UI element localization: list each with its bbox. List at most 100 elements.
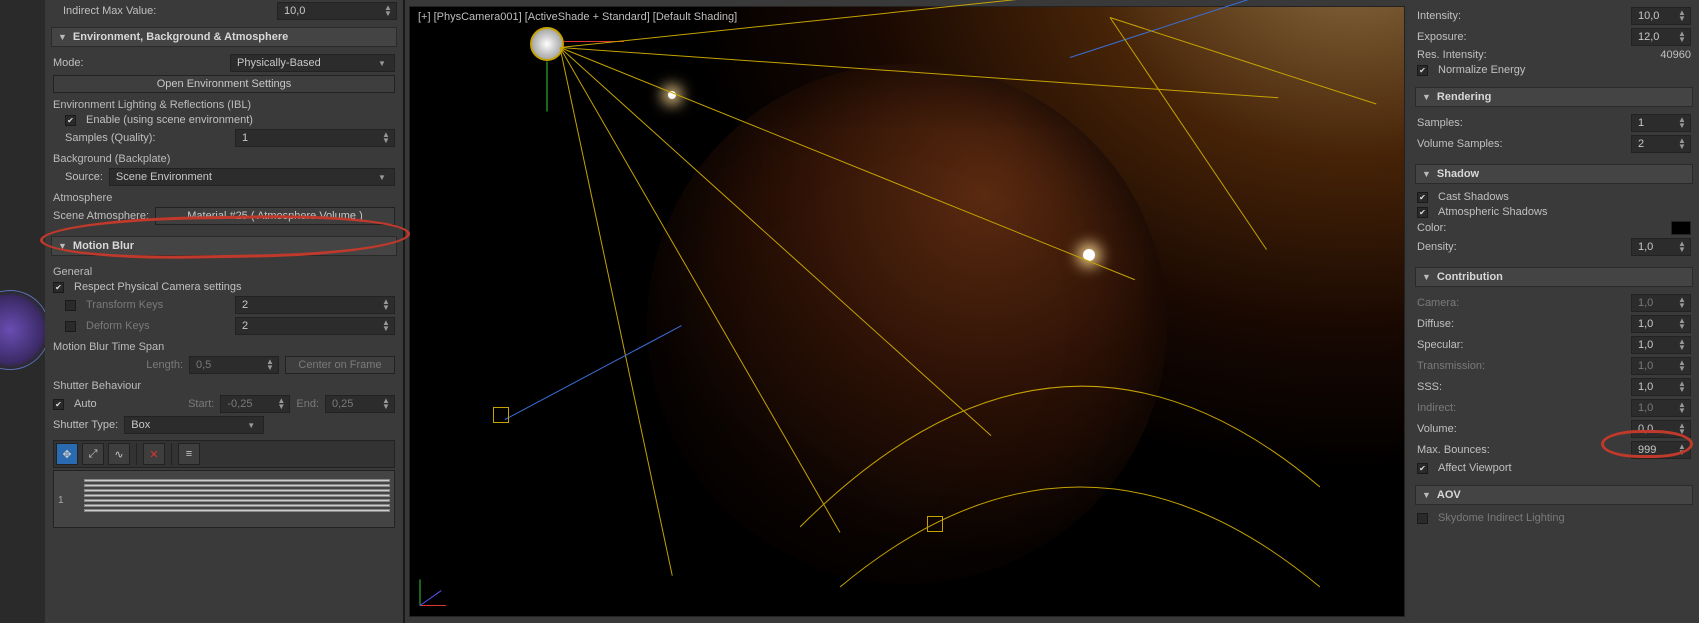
skydome-label: Skydome Indirect Lighting — [1438, 512, 1565, 524]
motion-blur-rollout-header[interactable]: ▼ Motion Blur — [51, 236, 397, 256]
contribution-title: Contribution — [1437, 271, 1503, 283]
samples-quality-label: Samples (Quality): — [65, 132, 155, 144]
move-tool-button[interactable]: ✥ — [56, 443, 78, 465]
motion-blur-title: Motion Blur — [73, 240, 134, 252]
general-label: General — [53, 266, 395, 278]
camera-contrib-spinner: 1,0▲▼ — [1631, 294, 1691, 312]
intensity-spinner[interactable]: 10,0▲▼ — [1631, 7, 1691, 25]
start-label: Start: — [188, 398, 214, 410]
options-button[interactable]: ≡ — [178, 443, 200, 465]
auto-checkbox[interactable] — [53, 399, 64, 410]
transform-keys-spinner[interactable]: 2▲▼ — [235, 296, 395, 314]
far-left-preview — [0, 0, 45, 623]
ibl-group-label: Environment Lighting & Reflections (IBL) — [53, 99, 395, 111]
transform-keys-checkbox[interactable] — [65, 300, 76, 311]
diffuse-contrib-spinner[interactable]: 1,0▲▼ — [1631, 315, 1691, 333]
shadow-density-spinner[interactable]: 1,0▲▼ — [1631, 238, 1691, 256]
chevron-down-icon: ▼ — [58, 241, 67, 251]
affect-viewport-label: Affect Viewport — [1438, 462, 1512, 474]
deform-keys-spinner[interactable]: 2▲▼ — [235, 317, 395, 335]
viewport-label[interactable]: [+] [PhysCamera001] [ActiveShade + Stand… — [418, 11, 737, 23]
world-axis-widget — [420, 566, 460, 606]
enable-ibl-checkbox[interactable] — [65, 115, 76, 126]
normalize-energy-checkbox[interactable] — [1417, 65, 1428, 76]
helper-line — [1070, 0, 1356, 58]
res-intensity-value: 40960 — [1631, 49, 1691, 61]
z-axis-icon — [420, 590, 442, 606]
shutter-type-dropdown[interactable]: Box▼ — [124, 416, 264, 434]
shadow-color-label: Color: — [1417, 222, 1446, 234]
indirect-max-label: Indirect Max Value: — [63, 5, 156, 17]
tangent-tool-button[interactable]: ∿ — [108, 443, 130, 465]
render-preview — [410, 7, 1404, 616]
curve-row-label: 1 — [58, 495, 64, 506]
scale-tool-button[interactable]: ⤢ — [82, 443, 104, 465]
rendering-title: Rendering — [1437, 91, 1491, 103]
transmission-contrib-spinner: 1,0▲▼ — [1631, 357, 1691, 375]
intensity-label: Intensity: — [1417, 10, 1461, 22]
indirect-contrib-label: Indirect: — [1417, 402, 1456, 414]
aov-title: AOV — [1437, 489, 1461, 501]
deform-keys-checkbox[interactable] — [65, 321, 76, 332]
aov-rollout-header[interactable]: ▼ AOV — [1415, 485, 1693, 505]
samples-spinner[interactable]: 1▲▼ — [1631, 114, 1691, 132]
light-gizmo[interactable] — [530, 27, 564, 61]
specular-contrib-spinner[interactable]: 1,0▲▼ — [1631, 336, 1691, 354]
open-env-settings-button[interactable]: Open Environment Settings — [53, 75, 395, 93]
indirect-max-spinner[interactable]: 10,0▲▼ — [277, 2, 397, 20]
shadow-color-swatch[interactable] — [1671, 221, 1691, 235]
camera-helper[interactable] — [927, 516, 943, 532]
shutter-type-label: Shutter Type: — [53, 419, 118, 431]
sss-contrib-spinner[interactable]: 1,0▲▼ — [1631, 378, 1691, 396]
start-spinner: -0,25▲▼ — [220, 395, 290, 413]
respect-cam-label: Respect Physical Camera settings — [74, 281, 242, 293]
volume-samples-label: Volume Samples: — [1417, 138, 1503, 150]
exposure-label: Exposure: — [1417, 31, 1467, 43]
contribution-rollout-header[interactable]: ▼ Contribution — [1415, 267, 1693, 287]
atmo-shadows-label: Atmospheric Shadows — [1438, 206, 1547, 218]
affect-viewport-checkbox[interactable] — [1417, 463, 1428, 474]
skydome-checkbox[interactable] — [1417, 513, 1428, 524]
atmo-shadows-checkbox[interactable] — [1417, 207, 1428, 218]
cast-shadows-label: Cast Shadows — [1438, 191, 1509, 203]
transmission-contrib-label: Transmission: — [1417, 360, 1485, 372]
volume-samples-spinner[interactable]: 2▲▼ — [1631, 135, 1691, 153]
delete-key-button[interactable]: ✕ — [143, 443, 165, 465]
volume-contrib-spinner[interactable]: 0,0▲▼ — [1631, 420, 1691, 438]
volume-contrib-label: Volume: — [1417, 423, 1457, 435]
end-spinner: 0,25▲▼ — [325, 395, 395, 413]
shutter-curve-editor[interactable]: 1 — [53, 470, 395, 528]
env-rollout-header[interactable]: ▼ Environment, Background & Atmosphere — [51, 27, 397, 47]
indirect-contrib-spinner: 1,0▲▼ — [1631, 399, 1691, 417]
max-bounces-spinner[interactable]: 999▲▼ — [1631, 441, 1691, 459]
mode-dropdown[interactable]: Physically-Based▼ — [230, 54, 395, 72]
chevron-down-icon: ▼ — [1422, 169, 1431, 179]
x-axis-icon — [420, 605, 446, 606]
samples-label: Samples: — [1417, 117, 1463, 129]
y-axis-icon — [420, 580, 421, 606]
helper-line — [1110, 17, 1377, 104]
cast-shadows-checkbox[interactable] — [1417, 192, 1428, 203]
respect-cam-checkbox[interactable] — [53, 282, 64, 293]
diffuse-contrib-label: Diffuse: — [1417, 318, 1454, 330]
curve-toolbar: ✥ ⤢ ∿ ✕ ≡ — [53, 440, 395, 468]
viewport[interactable]: [+] [PhysCamera001] [ActiveShade + Stand… — [409, 6, 1405, 617]
end-label: End: — [296, 398, 319, 410]
light-properties-panel: Intensity: 10,0▲▼ Exposure: 12,0▲▼ Res. … — [1409, 0, 1699, 623]
y-axis-arrow[interactable] — [547, 62, 548, 112]
exposure-spinner[interactable]: 12,0▲▼ — [1631, 28, 1691, 46]
res-intensity-label: Res. Intensity: — [1417, 49, 1487, 61]
samples-quality-spinner[interactable]: 1▲▼ — [235, 129, 395, 147]
shadow-title: Shadow — [1437, 168, 1479, 180]
chevron-down-icon: ▼ — [58, 32, 67, 42]
deform-keys-label: Deform Keys — [86, 320, 150, 332]
render-settings-panel: Indirect Max Value: 10,0▲▼ ▼ Environment… — [45, 0, 405, 623]
source-dropdown[interactable]: Scene Environment▼ — [109, 168, 395, 186]
max-bounces-label: Max. Bounces: — [1417, 444, 1490, 456]
scene-atmos-button[interactable]: Material #25 ( Atmosphere Volume ) — [155, 207, 395, 225]
shadow-rollout-header[interactable]: ▼ Shadow — [1415, 164, 1693, 184]
rendering-rollout-header[interactable]: ▼ Rendering — [1415, 87, 1693, 107]
backplate-group-label: Background (Backplate) — [53, 153, 395, 165]
camera-contrib-label: Camera: — [1417, 297, 1459, 309]
camera-helper[interactable] — [493, 407, 509, 423]
